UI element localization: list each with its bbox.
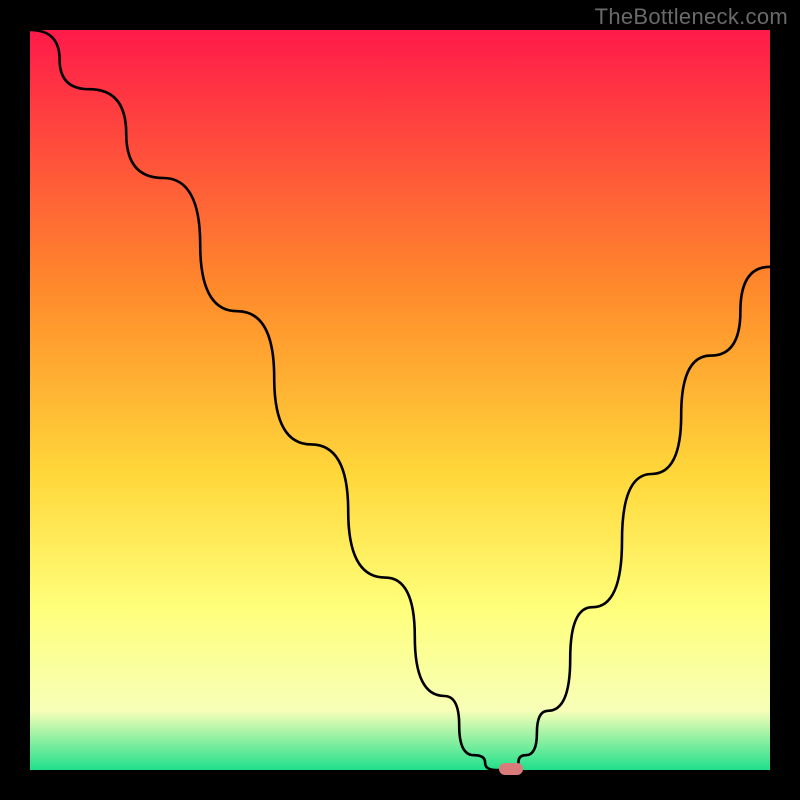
chart-plot	[0, 0, 800, 800]
optimal-marker	[499, 763, 523, 775]
watermark-text: TheBottleneck.com	[595, 4, 788, 30]
gradient-background	[30, 30, 770, 770]
chart-frame: TheBottleneck.com	[0, 0, 800, 800]
